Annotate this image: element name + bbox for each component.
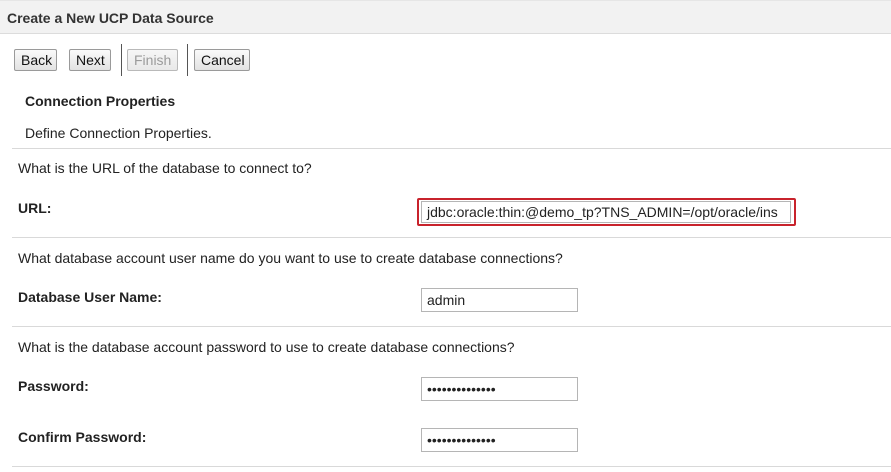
user-name-question: What database account user name do you w… [18,250,563,266]
finish-button[interactable]: Finish [127,49,178,71]
page-title: Create a New UCP Data Source [7,10,214,26]
user-name-label: Database User Name: [18,289,162,305]
divider [12,466,891,467]
divider [12,148,891,149]
confirm-password-input[interactable]: •••••••••••••• [421,428,578,452]
cancel-button[interactable]: Cancel [194,49,250,71]
divider [12,237,891,238]
divider [12,326,891,327]
url-label: URL: [18,200,52,216]
user-name-input[interactable]: admin [421,288,578,312]
password-input[interactable]: •••••••••••••• [421,377,578,401]
section-description: Define Connection Properties. [25,125,212,141]
next-button[interactable]: Next [69,49,111,71]
window-title-bar: Create a New UCP Data Source [0,0,891,34]
toolbar-divider [187,44,188,76]
url-input[interactable]: jdbc:oracle:thin:@demo_tp?TNS_ADMIN=/opt… [421,201,791,223]
confirm-password-label: Confirm Password: [18,429,147,445]
url-question: What is the URL of the database to conne… [18,160,312,176]
password-label: Password: [18,378,89,394]
section-title: Connection Properties [25,93,176,109]
back-button[interactable]: Back [14,49,57,71]
password-question: What is the database account password to… [18,339,515,355]
toolbar-divider [121,44,122,76]
